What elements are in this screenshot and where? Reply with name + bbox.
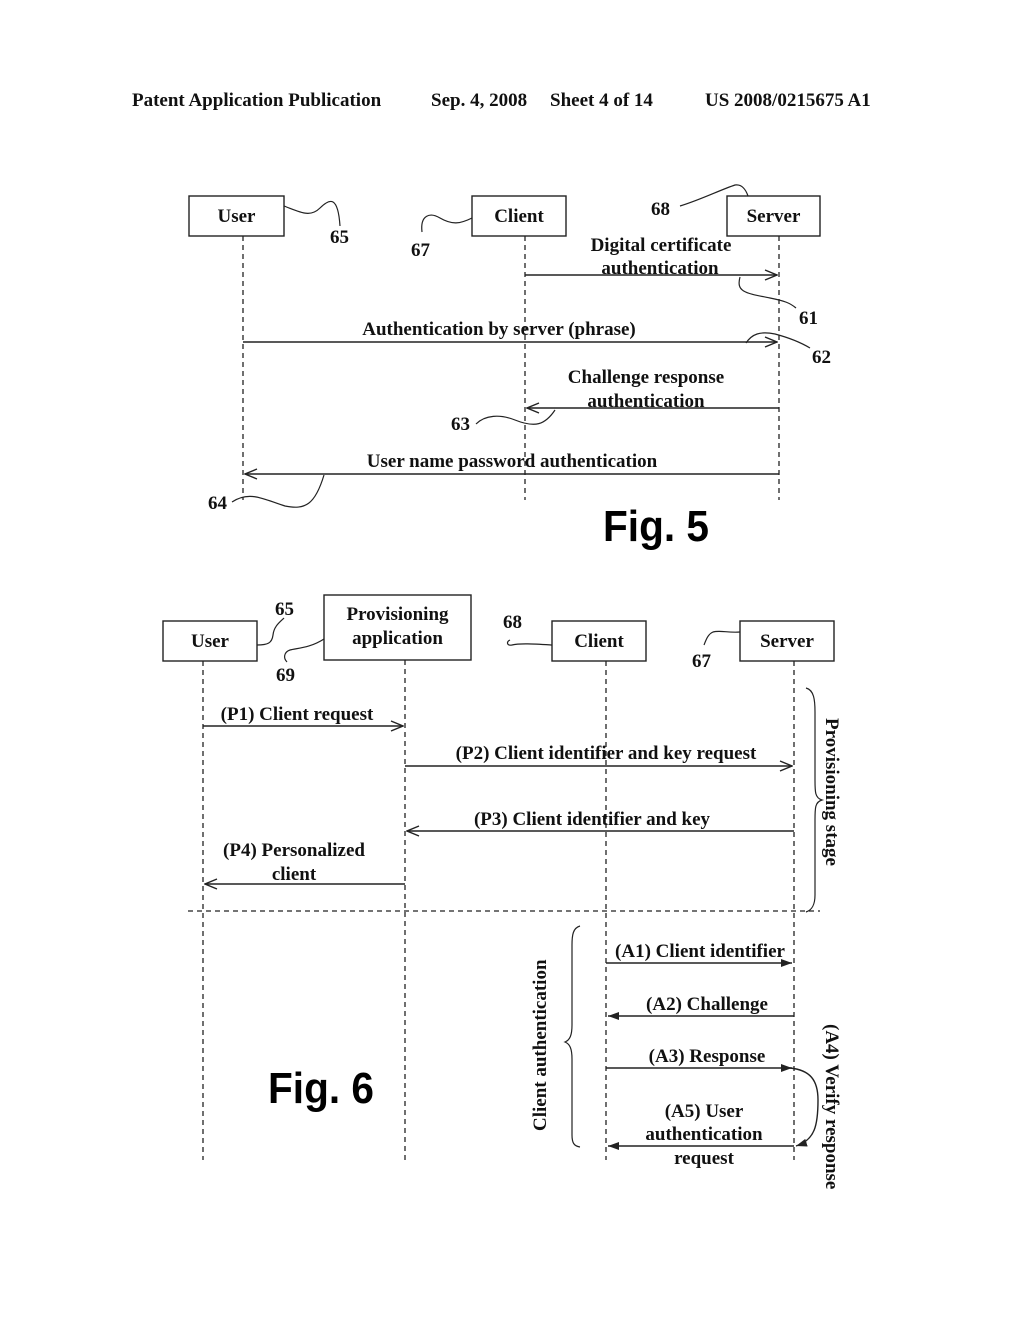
provisioning-stage-label: Provisioning stage: [821, 718, 842, 866]
msg-label: Challenge response: [568, 367, 724, 388]
sequence-diagrams: User Client Server 65 67 68 Digital cert…: [162, 184, 842, 1189]
leader-62: [745, 332, 811, 349]
actor-label: Server: [760, 631, 814, 652]
msg-label: authentication: [587, 391, 705, 412]
msg-label: (A5) User: [665, 1101, 744, 1122]
actor-label: User: [218, 206, 257, 227]
fig5-actor-server: Server: [726, 195, 821, 237]
msg-label: (A3) Response: [649, 1046, 766, 1067]
fig6-msg-p3: (P3) Client identifier and key: [407, 809, 794, 831]
leader-65: [283, 200, 341, 227]
fig6-actor-client: Client: [551, 620, 647, 662]
fig5-title: Fig. 5: [603, 502, 709, 551]
msg-label: (A2) Challenge: [646, 994, 768, 1015]
msg-label: (P2) Client identifier and key request: [456, 743, 757, 764]
ref-67: 67: [411, 240, 431, 261]
fig6-actor-server: Server: [739, 620, 835, 662]
actor-label: Server: [747, 206, 801, 227]
fig5: User Client Server 65 67 68 Digital cert…: [188, 184, 831, 551]
msg-label: User name password authentication: [367, 451, 658, 472]
ref-67: 67: [692, 651, 712, 672]
msg-label: (P4) Personalized: [223, 840, 365, 861]
ref-61: 61: [799, 308, 818, 329]
leader-67: [421, 214, 473, 233]
fig6-msg-a2: (A2) Challenge: [608, 994, 794, 1020]
actor-label: application: [352, 628, 443, 649]
fig6-msg-a4-verify: (A4) Verify response: [789, 1024, 842, 1189]
actor-label: Client: [494, 206, 544, 227]
msg-label: Digital certificate: [591, 235, 732, 256]
fig5-actor-client: Client: [471, 195, 567, 237]
leader-61: [738, 276, 797, 309]
ref-62: 62: [812, 347, 831, 368]
fig6-actor-provisioning-application: Provisioning application: [323, 594, 472, 661]
ref-63: 63: [451, 414, 470, 435]
leader-69: [284, 638, 325, 663]
fig5-msg-auth-by-server: Authentication by server (phrase) 62: [243, 319, 831, 368]
ref-69: 69: [276, 665, 295, 686]
msg-label: authentication: [601, 258, 719, 279]
fig6-title: Fig. 6: [268, 1064, 374, 1113]
patent-sheet: Patent Application Publication Sep. 4, 2…: [0, 0, 1024, 1320]
fig5-msg-challenge-response: Challenge response authentication 63: [451, 367, 779, 435]
fig6: User Provisioning application Client Ser…: [162, 594, 842, 1189]
fig6-actor-user: User: [162, 620, 258, 662]
msg-label: authentication: [645, 1124, 763, 1145]
verify-response-label: (A4) Verify response: [821, 1024, 842, 1189]
ref-65: 65: [275, 599, 294, 620]
fig6-msg-a1: (A1) Client identifier: [606, 941, 792, 967]
leader-65: [256, 617, 285, 646]
leader-64: [231, 474, 325, 508]
leader-68: [506, 639, 553, 646]
msg-label: (P3) Client identifier and key: [474, 809, 711, 830]
client-authentication-label: Client authentication: [530, 959, 551, 1131]
msg-label: (A1) Client identifier: [615, 941, 785, 962]
ref-65: 65: [330, 227, 349, 248]
client-authentication-brace: [563, 925, 581, 1148]
leader-67: [703, 630, 741, 646]
provisioning-stage-brace: [805, 687, 825, 913]
msg-label: client: [272, 864, 317, 885]
actor-label: Client: [574, 631, 624, 652]
fig5-msg-digital-certificate: Digital certificate authentication 61: [525, 235, 818, 329]
leader-63: [475, 409, 556, 425]
ref-64: 64: [208, 493, 228, 514]
ref-68: 68: [651, 199, 670, 220]
msg-label: Authentication by server (phrase): [362, 319, 636, 340]
fig6-msg-a3: (A3) Response: [606, 1046, 792, 1072]
fig6-msg-p1: (P1) Client request: [203, 704, 403, 726]
actor-label: Provisioning: [346, 604, 449, 625]
fig6-msg-p2: (P2) Client identifier and key request: [405, 743, 792, 766]
msg-label: request: [674, 1148, 734, 1169]
fig6-msg-a5: (A5) User authentication request: [608, 1101, 794, 1169]
msg-label: (P1) Client request: [221, 704, 374, 725]
fig6-msg-p4: (P4) Personalized client: [205, 840, 405, 885]
ref-68: 68: [503, 612, 522, 633]
actor-label: User: [191, 631, 230, 652]
fig5-actor-user: User: [188, 195, 285, 237]
